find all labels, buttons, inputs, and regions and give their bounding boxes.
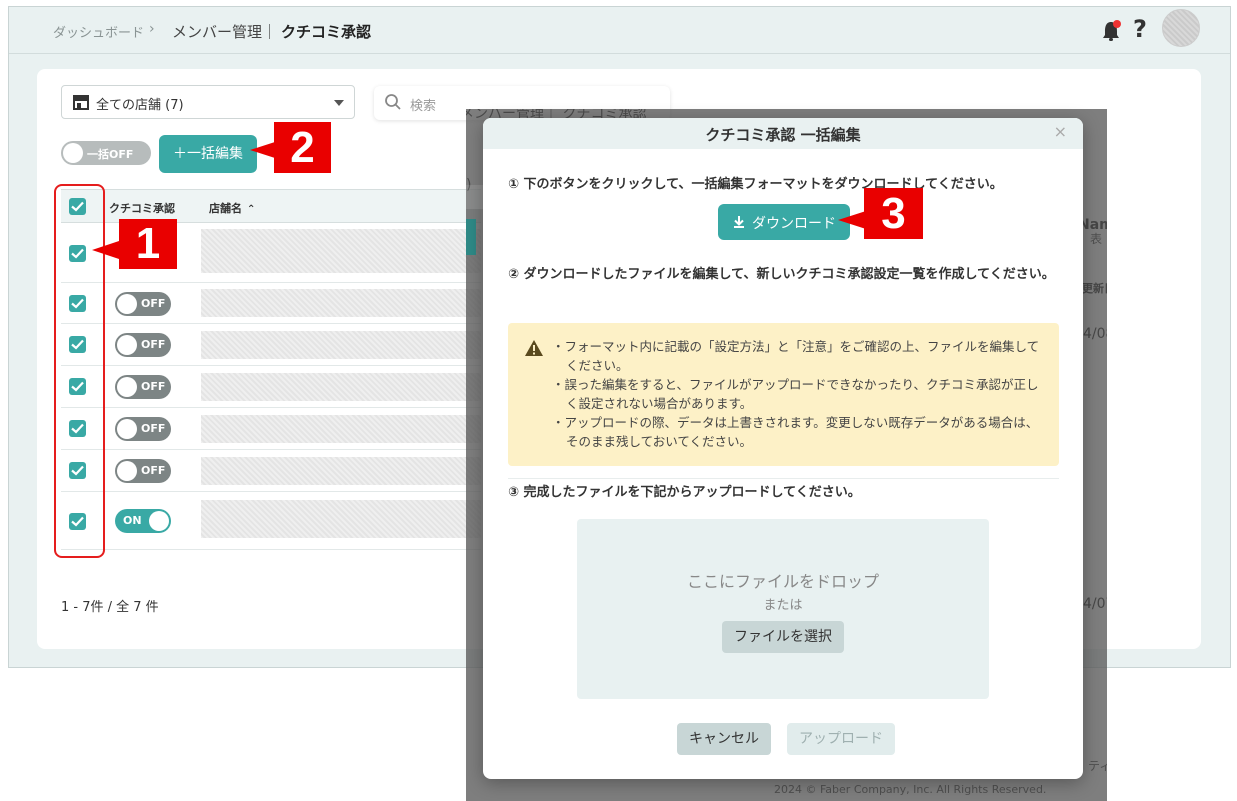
annotation-arrow-3-layer [838, 211, 866, 229]
annotation-number-3: 3 [864, 188, 923, 239]
annotation-arrow-3 [838, 211, 866, 229]
